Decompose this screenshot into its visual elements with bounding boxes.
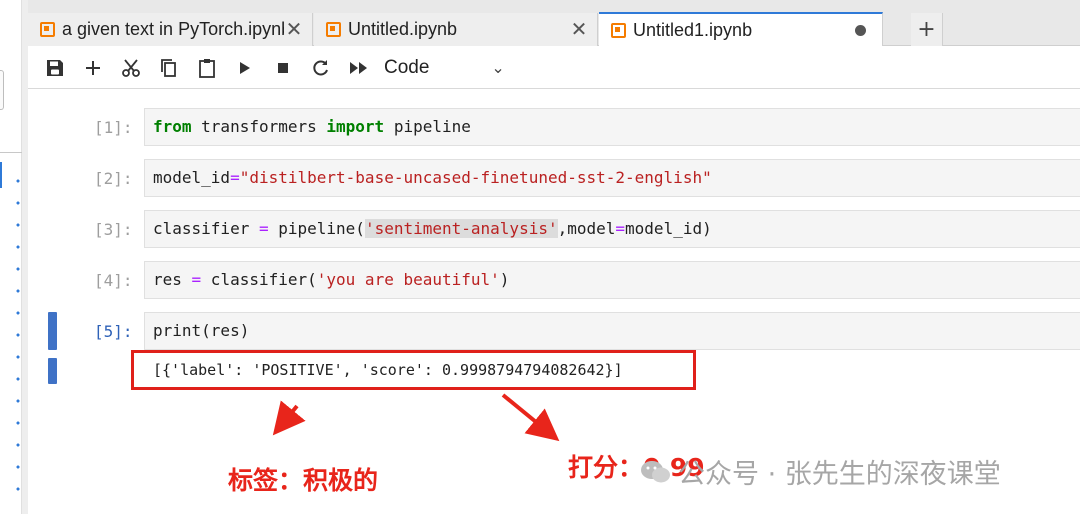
add-tab-button[interactable]: + [911,13,943,46]
tab-label: Untitled.ipynb [348,19,458,39]
code-cell-active[interactable]: [5]: print(res) [28,312,1080,352]
interrupt-button[interactable] [264,52,302,84]
stop-icon [278,62,288,73]
refresh-icon [313,59,328,75]
notebook-toolbar: Code ⌄ [28,47,1080,89]
fast-forward-icon [350,61,367,74]
close-icon[interactable]: ✕ [569,17,589,42]
paste-button[interactable] [188,52,226,84]
cell-output: [{'label': 'POSITIVE', 'score': 0.999879… [131,350,696,390]
code-editor[interactable]: res = classifier('you are beautiful') [144,261,1080,299]
chevron-down-icon: ⌄ [491,59,505,77]
copy-icon [161,58,176,77]
tab-label: a given text in PyTorch.ipynb [62,19,284,39]
code-cell[interactable]: [2]: model_id="distilbert-base-uncased-f… [28,159,1080,199]
code-cell[interactable]: [1]: from transformers import pipeline [28,108,1080,148]
cell-type-value: Code [384,56,430,78]
save-button[interactable] [36,52,74,84]
code-cell[interactable]: [3]: classifier = pipeline('sentiment-an… [28,210,1080,250]
tab-notebook-pytorch[interactable]: a given text in PyTorch.ipynb ✕ [28,13,313,46]
save-icon [47,59,63,76]
tab-bar: a given text in PyTorch.ipynb ✕ Untitled… [28,0,1080,46]
scissors-icon [122,58,140,77]
restart-button[interactable] [302,52,340,84]
copy-button[interactable] [150,52,188,84]
code-editor[interactable]: print(res) [144,312,1080,350]
code-editor[interactable]: from transformers import pipeline [144,108,1080,146]
notebook-icon [611,22,626,38]
tab-notebook-untitled[interactable]: Untitled.ipynb ✕ [314,13,598,46]
output-collapser[interactable] [48,358,57,384]
notebook-icon [326,22,341,37]
watermark-text: 公众号 · 张先生的深夜课堂 [678,459,1001,490]
run-all-button[interactable] [340,52,378,84]
play-icon [240,61,250,74]
sidebar-divider [0,152,22,153]
cell-type-select[interactable]: Code ⌄ [384,57,505,79]
plus-icon [86,60,100,75]
notebook-panel: [1]: from transformers import pipeline [… [28,90,1080,514]
tab-label: Untitled1.ipynb [633,19,753,40]
clipboard-icon [199,58,215,78]
close-icon[interactable]: ✕ [284,17,304,42]
watermark: 公众号 · 张先生的深夜课堂 [640,452,1001,491]
code-cell[interactable]: [4]: res = classifier('you are beautiful… [28,261,1080,301]
sidebar-handle[interactable] [0,70,4,110]
left-sidebar [0,0,22,514]
notebook-icon [40,22,55,37]
cut-button[interactable] [112,52,150,84]
wechat-icon [641,460,670,482]
label-annotation: 标签：积极的 [228,466,379,495]
code-editor[interactable]: model_id="distilbert-base-uncased-finetu… [144,159,1080,197]
tab-notebook-untitled1[interactable]: Untitled1.ipynb [599,12,883,46]
sidebar-active-marker [0,162,2,188]
unsaved-dot-icon[interactable] [855,24,866,36]
code-editor[interactable]: classifier = pipeline('sentiment-analysi… [144,210,1080,248]
insert-cell-button[interactable] [74,52,112,84]
run-button[interactable] [226,52,264,84]
sidebar-file-markers [16,170,20,500]
